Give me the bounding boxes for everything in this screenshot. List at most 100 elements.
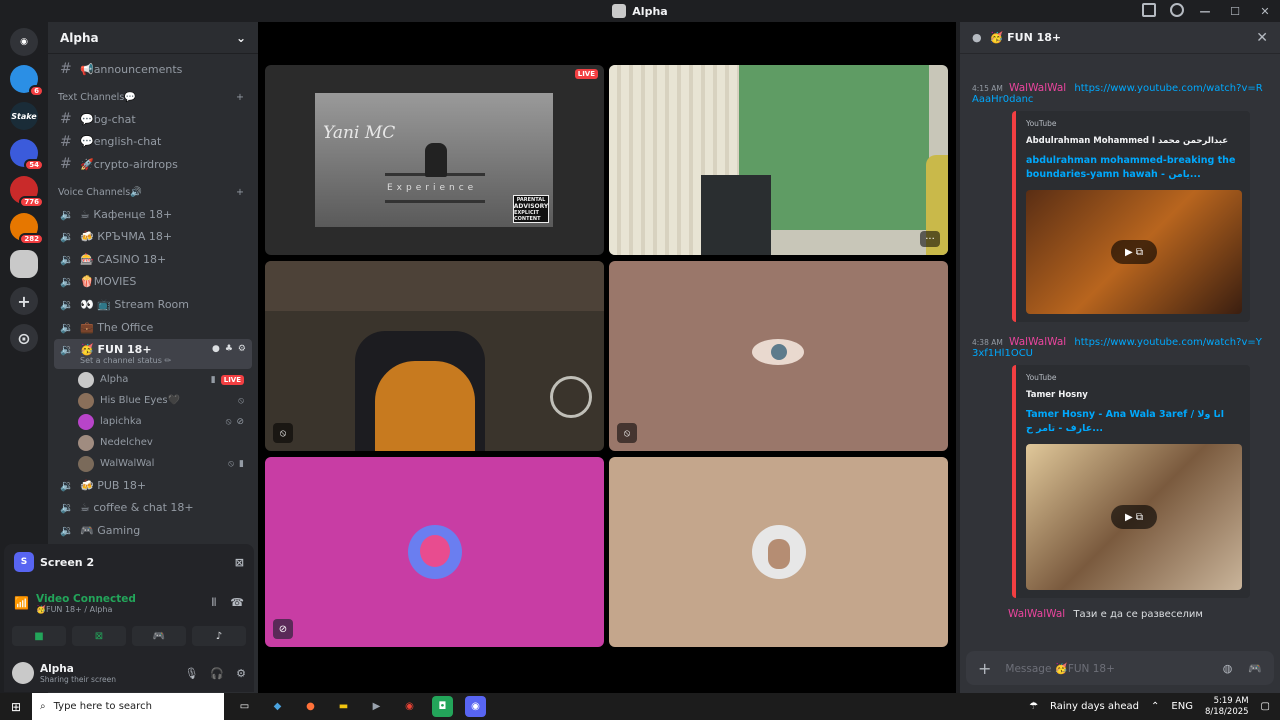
camera-tile[interactable]: ⦸ <box>609 261 948 451</box>
task-view-icon[interactable]: ▭ <box>234 696 255 717</box>
voice-channel[interactable]: 🔉 👀 📺 Stream Room <box>54 294 252 316</box>
more-options-button[interactable]: ··· <box>920 231 940 247</box>
guild-header[interactable]: Alpha ⌄ <box>48 22 258 54</box>
discord-taskbar-icon[interactable]: ◉ <box>465 696 486 717</box>
activity-button[interactable]: 🎮 <box>132 626 186 646</box>
gamepad-icon[interactable]: 🎮 <box>1248 662 1262 675</box>
voice-member[interactable]: WalWalWal ⦸ ▮ <box>54 453 252 474</box>
add-member-icon[interactable]: ♣ <box>225 344 233 354</box>
server-icon-4[interactable]: 776 <box>10 176 44 208</box>
app-icon-green[interactable]: ◘ <box>432 696 453 717</box>
channel-announcements[interactable]: # 📢announcements <box>54 58 252 80</box>
minimize-button[interactable]: — <box>1190 5 1220 18</box>
category-voice[interactable]: Voice Channels🔊 + <box>54 181 252 203</box>
server-icon-3[interactable]: 54 <box>10 139 44 171</box>
camera-tile[interactable]: ⦸ <box>265 261 604 451</box>
chrome-icon[interactable]: ◉ <box>399 696 420 717</box>
app-icon-1[interactable]: ◆ <box>267 696 288 717</box>
plus-icon[interactable]: + <box>236 187 244 198</box>
media-player-icon[interactable]: ▶ <box>366 696 387 717</box>
channel-bg-chat[interactable]: # 💬bg-chat <box>54 108 252 130</box>
server-icon-5[interactable]: 282 <box>10 213 44 245</box>
voice-channel[interactable]: 🔉 🍻 PUB 18+ <box>54 474 252 496</box>
wall-shape <box>265 261 604 311</box>
voice-channel[interactable]: 🔉 🎰 CASINO 18+ <box>54 248 252 270</box>
embed-title[interactable]: abdulrahman mohammed-breaking the bounda… <box>1026 154 1240 182</box>
voice-member[interactable]: Alpha ▮ LIVE <box>54 369 252 390</box>
gift-icon[interactable]: ◍ <box>1223 662 1233 675</box>
message-author[interactable]: WalWalWal <box>1009 336 1066 348</box>
gear-icon[interactable]: ⚙ <box>236 667 246 680</box>
plus-icon[interactable]: + <box>978 659 991 678</box>
voice-channel[interactable]: 🔉 💼 The Office <box>54 316 252 338</box>
language-indicator[interactable]: ENG <box>1171 701 1193 712</box>
voice-member[interactable]: lapichka ⦸ ⊘ <box>54 411 252 432</box>
avatar-tile[interactable]: ⊘ <box>265 457 604 647</box>
tray-chevron-icon[interactable]: ⌃ <box>1151 701 1159 712</box>
microphone-icon[interactable]: 🎙 <box>184 667 198 680</box>
message-author[interactable]: WalWalWal <box>1009 82 1066 94</box>
add-server-icon[interactable]: + <box>10 287 38 315</box>
avatar-tile[interactable] <box>609 457 948 647</box>
noise-suppression-icon[interactable]: ⦀ <box>211 596 216 610</box>
camera-tile[interactable]: ··· <box>609 65 948 255</box>
camera-button[interactable]: ■ <box>12 626 66 646</box>
embed-author[interactable]: Tamer Hosny <box>1026 390 1240 400</box>
speaker-icon: 🔉 <box>60 320 74 334</box>
server-icon-stake[interactable]: Stake <box>10 102 38 130</box>
gear-icon[interactable]: ⚙ <box>238 344 246 354</box>
play-icon[interactable]: ▶ ⧉ <box>1111 505 1157 529</box>
plus-icon[interactable]: + <box>236 92 244 103</box>
windows-start-icon[interactable]: ⊞ <box>0 700 32 714</box>
close-icon[interactable]: ✕ <box>1256 30 1268 46</box>
close-window-button[interactable]: ✕ <box>1250 5 1280 18</box>
file-explorer-icon[interactable]: ▬ <box>333 696 354 717</box>
message-input[interactable]: + Message 🥳FUN 18+ ◍ 🎮 <box>966 651 1274 685</box>
category-text[interactable]: Text Channels💬 + <box>54 86 252 108</box>
discord-home-icon[interactable]: ◉ <box>10 28 38 56</box>
channel-label: 💼 The Office <box>80 320 154 334</box>
help-icon[interactable] <box>1170 3 1184 17</box>
video-thumbnail[interactable]: ▶ ⧉ <box>1026 190 1242 314</box>
soundboard-button[interactable]: ♪ <box>192 626 246 646</box>
signal-icon[interactable]: 📶 <box>14 596 36 610</box>
stream-tile[interactable]: Yani MC Experience PARENTAL ADVISORY EXP… <box>265 65 604 255</box>
message-time: 4:38 AM <box>972 338 1003 347</box>
play-icon[interactable]: ▶ ⧉ <box>1111 240 1157 264</box>
speaker-icon: 🔉 <box>60 501 74 515</box>
chat-icon[interactable]: ● <box>212 344 220 354</box>
weather-icon[interactable]: ☂ <box>1029 701 1038 712</box>
headphones-icon[interactable]: 🎧 <box>210 667 224 680</box>
screen-share-button[interactable]: ⊠ <box>72 626 126 646</box>
voice-channel[interactable]: 🔉 🍻 КРЪЧМА 18+ <box>54 226 252 248</box>
voice-channel[interactable]: 🔉 🎮 Gaming <box>54 520 252 542</box>
voice-channel[interactable]: 🔉 ☕ Кафенце 18+ <box>54 203 252 225</box>
firefox-icon[interactable]: ● <box>300 696 321 717</box>
stop-stream-icon[interactable]: ⊠ <box>235 556 244 569</box>
voice-channel[interactable]: 🔉 ☕ coffee & chat 18+ <box>54 497 252 519</box>
voice-channel-active[interactable]: 🔉 🥳 FUN 18+ ● ♣ ⚙ Set a channel status ✏ <box>54 338 252 369</box>
voice-channel[interactable]: 🔉 🍿MOVIES <box>54 271 252 293</box>
avatar[interactable] <box>12 662 34 684</box>
person-shape <box>425 143 447 177</box>
maximize-button[interactable]: ☐ <box>1220 5 1250 18</box>
channel-status[interactable]: Set a channel status ✏ <box>60 356 171 365</box>
voice-location[interactable]: 🥳FUN 18+ / Alpha <box>36 605 136 614</box>
voice-member[interactable]: His Blue Eyes🖤 ⦸ <box>54 390 252 411</box>
message-author[interactable]: WalWalWal <box>1008 608 1065 620</box>
server-icon-alpha[interactable] <box>10 250 38 278</box>
clock[interactable]: 5:19 AM 8/18/2025 <box>1205 696 1249 718</box>
embed-author[interactable]: Abdulrahman Mohammed I عبدالرحمن محمد <box>1026 136 1240 146</box>
channel-english-chat[interactable]: # 💬english-chat <box>54 131 252 153</box>
server-icon-1[interactable]: 6 <box>10 65 44 97</box>
voice-member[interactable]: Nedelchev <box>54 432 252 453</box>
disconnect-icon[interactable]: ☎ <box>230 596 244 610</box>
video-thumbnail[interactable]: ▶ ⧉ <box>1026 444 1242 590</box>
notifications-icon[interactable]: ▢ <box>1261 701 1270 712</box>
embed-title[interactable]: Tamer Hosny - Ana Wala 3aref / انا ولا ع… <box>1026 408 1240 436</box>
channel-crypto-airdrops[interactable]: # 🚀crypto-airdrops <box>54 153 252 175</box>
taskbar-search-input[interactable]: ⌕ Type here to search <box>32 693 224 720</box>
discover-icon[interactable]: ⊙ <box>10 324 38 352</box>
inbox-icon[interactable] <box>1142 3 1156 17</box>
weather-text[interactable]: Rainy days ahead <box>1050 701 1139 712</box>
